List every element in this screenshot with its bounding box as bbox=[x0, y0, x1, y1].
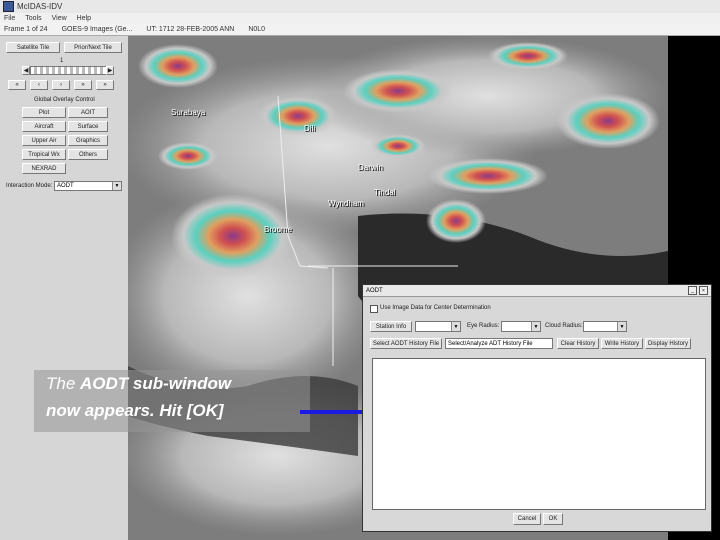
use-image-data-checkbox[interactable] bbox=[370, 305, 378, 313]
cloud-radius-select[interactable]: ▼ bbox=[583, 321, 627, 332]
chevron-down-icon: ▼ bbox=[617, 322, 626, 331]
write-history-button[interactable]: Write History bbox=[601, 338, 643, 349]
chevron-down-icon: ▼ bbox=[451, 322, 460, 331]
eye-radius-select[interactable]: ▼ bbox=[501, 321, 541, 332]
station-info-button[interactable]: Station Info bbox=[370, 321, 412, 332]
eye-radius-label: Eye Radius: bbox=[467, 323, 500, 329]
dialog-title: AODT bbox=[366, 287, 383, 294]
cloud-radius-label: Cloud Radius: bbox=[545, 323, 583, 329]
chevron-down-icon: ▼ bbox=[531, 322, 540, 331]
minimize-icon[interactable]: _ bbox=[688, 286, 697, 295]
history-output-area[interactable] bbox=[372, 358, 706, 510]
clear-history-button[interactable]: Clear History bbox=[557, 338, 599, 349]
station-select[interactable]: ▼ bbox=[415, 321, 461, 332]
dialog-titlebar: AODT _ × bbox=[363, 285, 711, 297]
use-image-data-label: Use Image Data for Center Determination bbox=[380, 305, 491, 311]
close-icon[interactable]: × bbox=[699, 286, 708, 295]
ok-button[interactable]: OK bbox=[543, 513, 563, 525]
display-history-button[interactable]: Display History bbox=[645, 338, 691, 349]
history-file-value: Select/Analyze ADT History File bbox=[448, 340, 533, 347]
aodt-dialog: AODT _ × Use Image Data for Center Deter… bbox=[362, 284, 712, 532]
select-history-file-button[interactable]: Select AODT History File bbox=[370, 338, 442, 349]
cancel-button[interactable]: Cancel bbox=[513, 513, 541, 525]
history-file-field[interactable]: Select/Analyze ADT History File bbox=[445, 338, 553, 349]
